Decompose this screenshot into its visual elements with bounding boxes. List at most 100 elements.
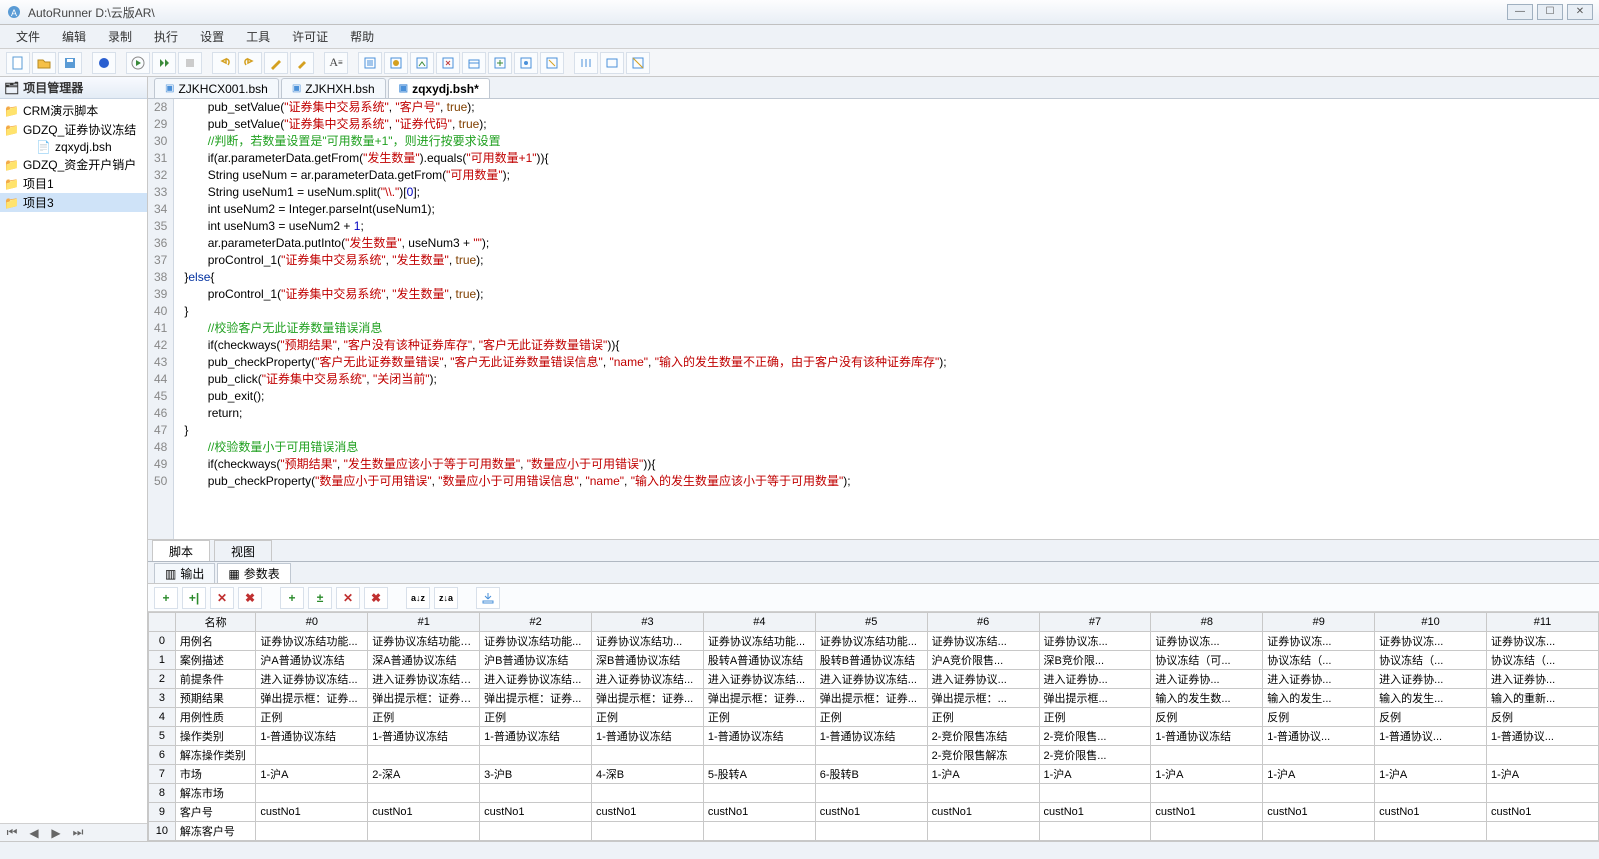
bottom-panel-tabs: ▥输出 ▦参数表 — [148, 562, 1599, 584]
table-row[interactable]: 9客户号custNo1custNo1custNo1custNo1custNo1c… — [149, 803, 1599, 822]
save-button[interactable] — [58, 52, 82, 74]
tab-params[interactable]: ▦参数表 — [217, 563, 290, 583]
table-row[interactable]: 0用例名证券协议冻结功能...证券协议冻结功能002证券协议冻结功能...证券协… — [149, 632, 1599, 651]
tab-label: zqxydj.bsh* — [412, 82, 479, 96]
title-bar: A AutoRunner D:\云版AR\ — ☐ ✕ — [0, 0, 1599, 25]
delete-row2-button[interactable]: ✖ — [238, 587, 262, 609]
bsh-icon: ▣ — [399, 83, 408, 94]
menu-7[interactable]: 帮助 — [340, 25, 384, 48]
editor-tab-2[interactable]: ▣ zqxydj.bsh* — [388, 78, 490, 98]
tree-item-1[interactable]: 📁GDZQ_证券协议冻结 — [0, 120, 147, 139]
sort-desc-button[interactable]: z↓a — [434, 587, 458, 609]
tb-icon-4[interactable] — [436, 52, 460, 74]
import-button[interactable] — [476, 587, 500, 609]
redo-button[interactable] — [238, 52, 262, 74]
menu-5[interactable]: 工具 — [236, 25, 280, 48]
menu-6[interactable]: 许可证 — [282, 25, 338, 48]
table-row[interactable]: 10解冻客户号 — [149, 822, 1599, 841]
step-button[interactable] — [152, 52, 176, 74]
code-editor[interactable]: 2829303132333435363738394041424344454647… — [148, 99, 1599, 539]
params-grid[interactable]: 名称#0#1#2#3#4#5#6#7#8#9#10#110用例名证券协议冻结功能… — [148, 612, 1599, 841]
params-toolbar: + +| ✕ ✖ + ± ✕ ✖ a↓z z↓a — [148, 584, 1599, 612]
tool-brush-icon[interactable] — [290, 52, 314, 74]
tree-item-0[interactable]: 📁CRM演示脚本 — [0, 101, 147, 120]
menu-4[interactable]: 设置 — [190, 25, 234, 48]
menu-3[interactable]: 执行 — [144, 25, 188, 48]
new-button[interactable] — [6, 52, 30, 74]
maximize-button[interactable]: ☐ — [1537, 4, 1563, 20]
table-row[interactable]: 7市场1-沪A2-深A3-沪B4-深B5-股转A6-股转B1-沪A1-沪A1-沪… — [149, 765, 1599, 784]
tree-item-label: GDZQ_资金开户销户 — [23, 156, 136, 173]
run-button[interactable] — [126, 52, 150, 74]
bsh-icon: ▣ — [292, 83, 301, 94]
tb-icon-3[interactable] — [410, 52, 434, 74]
tb-icon-7[interactable] — [514, 52, 538, 74]
add-row2-button[interactable]: +| — [182, 587, 206, 609]
table-icon: ▦ — [228, 567, 239, 581]
open-button[interactable] — [32, 52, 56, 74]
sort-asc-button[interactable]: a↓z — [406, 587, 430, 609]
code-content[interactable]: pub_setValue("证券集中交易系统", "客户号", true); p… — [174, 99, 946, 539]
undo-button[interactable] — [212, 52, 236, 74]
editor-area: ▣ZJKHCX001.bsh▣ZJKHXH.bsh▣zqxydj.bsh* 28… — [148, 77, 1599, 841]
bsh-icon: ▣ — [165, 83, 174, 94]
toolbar: A≡ — [0, 49, 1599, 77]
table-row[interactable]: 5操作类别1-普通协议冻结1-普通协议冻结1-普通协议冻结1-普通协议冻结1-普… — [149, 727, 1599, 746]
add-col-button[interactable]: + — [280, 587, 304, 609]
editor-tabs: ▣ZJKHCX001.bsh▣ZJKHXH.bsh▣zqxydj.bsh* — [148, 77, 1599, 99]
stop-button[interactable] — [178, 52, 202, 74]
close-button[interactable]: ✕ — [1567, 4, 1593, 20]
add-row-button[interactable]: + — [154, 587, 178, 609]
table-row[interactable]: 6解冻操作类别2-竞价限售解冻2-竞价限售... — [149, 746, 1599, 765]
table-row[interactable]: 1案例描述沪A普通协议冻结深A普通协议冻结沪B普通协议冻结深B普通协议冻结股转A… — [149, 651, 1599, 670]
tb-icon-5[interactable] — [462, 52, 486, 74]
delete-col-button[interactable]: ✕ — [336, 587, 360, 609]
tb-icon-8[interactable] — [540, 52, 564, 74]
tb-icon-9[interactable] — [600, 52, 624, 74]
add-col2-button[interactable]: ± — [308, 587, 332, 609]
sidebar-footer: ⏮ ◀ ▶ ⏭ — [0, 823, 147, 841]
editor-tab-1[interactable]: ▣ZJKHXH.bsh — [281, 78, 386, 98]
tab-view[interactable]: 视图 — [214, 540, 272, 562]
folder-icon: 📁 — [4, 177, 19, 191]
tool-wand-icon[interactable] — [264, 52, 288, 74]
project-tree[interactable]: 📁CRM演示脚本📁GDZQ_证券协议冻结📄zqxydj.bsh📁GDZQ_资金开… — [0, 99, 147, 823]
table-row[interactable]: 2前提条件进入证券协议冻结...进入证券协议冻结界...进入证券协议冻结...进… — [149, 670, 1599, 689]
tb-icon-10[interactable] — [626, 52, 650, 74]
font-button[interactable]: A≡ — [324, 52, 348, 74]
tb-icon-6[interactable] — [488, 52, 512, 74]
tree-item-2[interactable]: 📄zqxydj.bsh — [0, 139, 147, 155]
sidebar-nav-last[interactable]: ⏭ — [68, 825, 88, 840]
menu-0[interactable]: 文件 — [6, 25, 50, 48]
tree-item-label: 项目3 — [23, 194, 54, 211]
tab-output[interactable]: ▥输出 — [154, 563, 215, 583]
sidebar: 🗂 项目管理器 📁CRM演示脚本📁GDZQ_证券协议冻结📄zqxydj.bsh📁… — [0, 77, 148, 841]
tab-script[interactable]: 脚本 — [152, 540, 210, 562]
tree-item-4[interactable]: 📁项目1 — [0, 174, 147, 193]
tb-icon-2[interactable] — [384, 52, 408, 74]
minimize-button[interactable]: — — [1507, 4, 1533, 20]
editor-bottom-tabs: 脚本 视图 — [148, 539, 1599, 561]
menu-2[interactable]: 录制 — [98, 25, 142, 48]
record-button[interactable] — [92, 52, 116, 74]
window-controls: — ☐ ✕ — [1507, 4, 1599, 20]
tb-icon-1[interactable] — [358, 52, 382, 74]
menu-bar: 文件编辑录制执行设置工具许可证帮助 — [0, 25, 1599, 49]
folder-icon: 📁 — [4, 158, 19, 172]
sidebar-title: 项目管理器 — [23, 79, 83, 96]
bottom-panel: ▥输出 ▦参数表 + +| ✕ ✖ + ± ✕ ✖ a↓z z↓a 名称#0#1 — [148, 561, 1599, 841]
delete-row-button[interactable]: ✕ — [210, 587, 234, 609]
sidebar-nav-prev[interactable]: ◀ — [24, 826, 44, 840]
table-row[interactable]: 3预期结果弹出提示框：证券...弹出提示框：证券协...弹出提示框：证券...弹… — [149, 689, 1599, 708]
table-row[interactable]: 4用例性质正例正例正例正例正例正例正例正例反例反例反例反例 — [149, 708, 1599, 727]
table-row[interactable]: 8解冻市场 — [149, 784, 1599, 803]
tree-item-label: CRM演示脚本 — [23, 102, 98, 119]
menu-1[interactable]: 编辑 — [52, 25, 96, 48]
compare-button[interactable] — [574, 52, 598, 74]
editor-tab-0[interactable]: ▣ZJKHCX001.bsh — [154, 78, 279, 98]
sidebar-nav-first[interactable]: ⏮ — [2, 825, 22, 840]
sidebar-nav-next[interactable]: ▶ — [46, 826, 66, 840]
tree-item-5[interactable]: 📁项目3 — [0, 193, 147, 212]
delete-col2-button[interactable]: ✖ — [364, 587, 388, 609]
tree-item-3[interactable]: 📁 GDZQ_资金开户销户 — [0, 155, 147, 174]
